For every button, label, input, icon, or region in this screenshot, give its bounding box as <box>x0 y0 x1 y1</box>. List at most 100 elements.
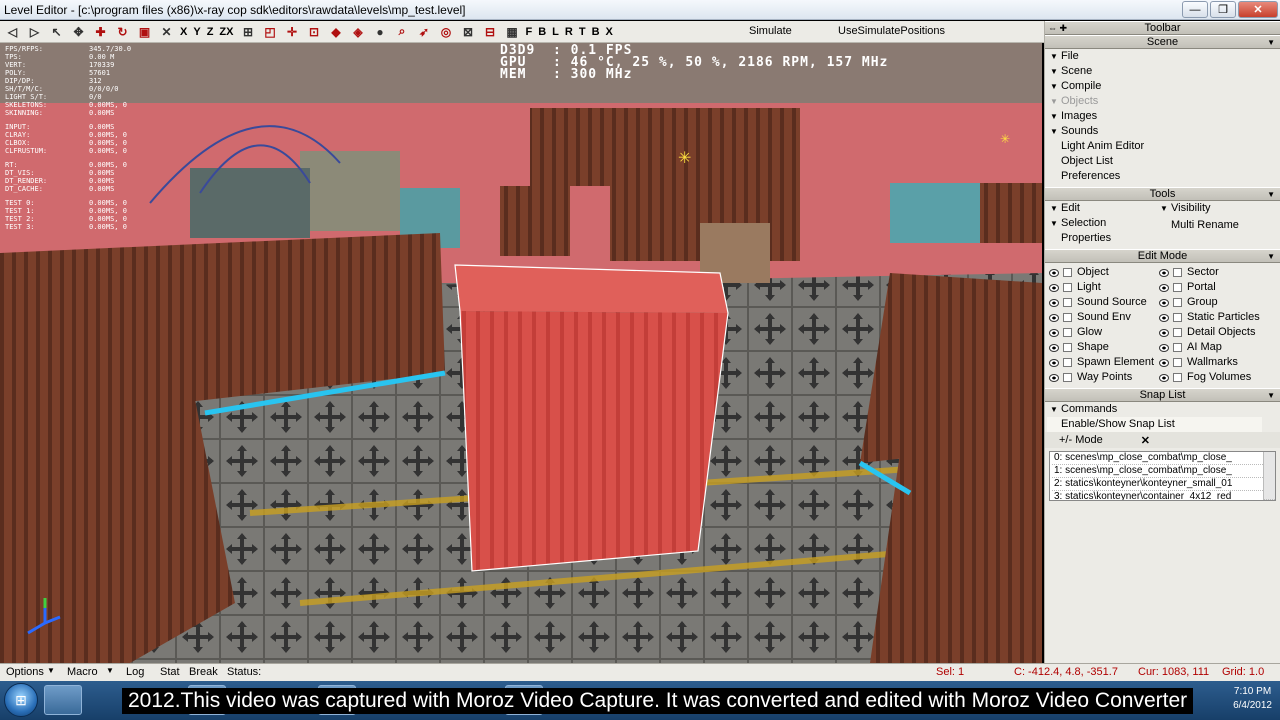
view-top-button[interactable]: T <box>579 26 586 38</box>
tools-header[interactable]: Tools ▼ <box>1045 187 1280 201</box>
edit-mode-checkbox[interactable] <box>1063 343 1072 352</box>
scene-menu-item[interactable]: Light Anim Editor <box>1045 139 1280 154</box>
macro-menu[interactable]: Macro <box>67 666 98 678</box>
zoom-extents-icon[interactable]: ⊠ <box>459 23 476 40</box>
log-button[interactable]: Log <box>126 666 144 678</box>
select-arrow-icon[interactable]: ↖ <box>48 23 65 40</box>
collapse-icon[interactable]: ▼ <box>1267 250 1275 263</box>
tools-properties[interactable]: Properties <box>1045 231 1155 246</box>
zoom-selected-icon[interactable]: ⊟ <box>481 23 498 40</box>
use-simulate-positions-button[interactable]: UseSimulatePositions <box>838 25 945 37</box>
edit-mode-checkbox[interactable] <box>1173 358 1182 367</box>
grid-snap-icon[interactable]: ⊞ <box>239 23 256 40</box>
scene-menu-item[interactable]: ▼ Sounds <box>1045 124 1280 139</box>
snap-list-entry[interactable]: 0: scenes\mp_close_combat\mp_close_ <box>1052 452 1275 465</box>
minimize-button[interactable]: — <box>1182 1 1208 18</box>
commands-item[interactable]: ▼ Commands <box>1045 402 1280 417</box>
snap-list-entry[interactable]: 2: statics\konteyner\konteyner_small_01 <box>1052 478 1275 491</box>
tools-multi-rename[interactable]: Multi Rename <box>1155 216 1275 231</box>
rotate-icon[interactable]: ↻ <box>114 23 131 40</box>
edit-mode-checkbox[interactable] <box>1173 343 1182 352</box>
zoom-icon[interactable]: ⌕ <box>393 23 410 40</box>
edit-mode-checkbox[interactable] <box>1063 283 1072 292</box>
edit-mode-header[interactable]: Edit Mode ▼ <box>1045 249 1280 263</box>
visibility-eye-icon[interactable] <box>1159 358 1169 367</box>
edit-mode-checkbox[interactable] <box>1063 298 1072 307</box>
arcball-icon[interactable]: ◎ <box>437 23 454 40</box>
back-icon[interactable]: ◁ <box>4 23 21 40</box>
edit-mode-checkbox[interactable] <box>1063 328 1072 337</box>
visibility-eye-icon[interactable] <box>1159 268 1169 277</box>
pan-icon[interactable]: ✥ <box>70 23 87 40</box>
vertex-snap-icon[interactable]: ✛ <box>283 23 300 40</box>
scene-menu-item[interactable]: ▼ Compile <box>1045 79 1280 94</box>
view-reset-button[interactable]: X <box>606 26 613 38</box>
break-button[interactable]: Break <box>189 666 218 678</box>
maximize-button[interactable]: ❐ <box>1210 1 1236 18</box>
edit-mode-checkbox[interactable] <box>1063 313 1072 322</box>
snap-list-scrollbar[interactable] <box>1263 452 1275 500</box>
visibility-eye-icon[interactable] <box>1049 268 1059 277</box>
options-dropdown-icon[interactable]: ▼ <box>47 666 55 675</box>
view-bottom-button[interactable]: B <box>592 26 600 38</box>
visibility-eye-icon[interactable] <box>1049 313 1059 322</box>
edit-mode-checkbox[interactable] <box>1063 268 1072 277</box>
options-menu[interactable]: Options <box>6 666 44 678</box>
stat-button[interactable]: Stat <box>160 666 180 678</box>
start-button[interactable]: ⊞ <box>4 683 38 717</box>
edit-mode-checkbox[interactable] <box>1173 328 1182 337</box>
edit-mode-checkbox[interactable] <box>1063 358 1072 367</box>
scene-menu-item[interactable]: ▼ Images <box>1045 109 1280 124</box>
fly-icon[interactable]: ➶ <box>415 23 432 40</box>
camera-icon[interactable]: ● <box>371 23 388 40</box>
close-x-icon[interactable]: ✕ <box>158 23 175 40</box>
visibility-eye-icon[interactable] <box>1159 343 1169 352</box>
axis-x-button[interactable]: X <box>180 26 187 38</box>
forward-icon[interactable]: ▷ <box>26 23 43 40</box>
explorer-taskbar-icon[interactable] <box>44 685 82 715</box>
edit-mode-checkbox[interactable] <box>1173 298 1182 307</box>
visibility-eye-icon[interactable] <box>1049 358 1059 367</box>
fill-mode-icon[interactable]: ▦ <box>503 23 520 40</box>
visibility-eye-icon[interactable] <box>1049 283 1059 292</box>
axis-zx-button[interactable]: ZX <box>219 26 233 38</box>
simulate-button[interactable]: Simulate <box>749 25 792 37</box>
system-clock[interactable]: 7:10 PM 6/4/2012 <box>1233 685 1272 713</box>
visibility-eye-icon[interactable] <box>1049 343 1059 352</box>
tools-selection[interactable]: ▼ Selection <box>1045 216 1155 231</box>
pin-icon[interactable]: ⇔ ✚ <box>1048 22 1067 35</box>
visibility-eye-icon[interactable] <box>1159 283 1169 292</box>
collapse-icon[interactable]: ▼ <box>1267 389 1275 402</box>
normal-snap-icon[interactable]: ◈ <box>349 23 366 40</box>
visibility-eye-icon[interactable] <box>1159 373 1169 382</box>
view-left-button[interactable]: L <box>552 26 559 38</box>
view-front-button[interactable]: F <box>525 26 532 38</box>
scene-menu-item[interactable]: ▼ Objects <box>1045 94 1280 109</box>
moving-snap-icon[interactable]: ◆ <box>327 23 344 40</box>
view-right-button[interactable]: R <box>565 26 573 38</box>
edit-mode-checkbox[interactable] <box>1173 373 1182 382</box>
edit-mode-checkbox[interactable] <box>1173 268 1182 277</box>
visibility-eye-icon[interactable] <box>1049 328 1059 337</box>
tools-edit[interactable]: ▼ Edit <box>1045 201 1155 216</box>
scene-menu-item[interactable]: ▼ Scene <box>1045 64 1280 79</box>
mode-toggle-button[interactable]: +/- Mode <box>1059 434 1103 446</box>
collapse-icon[interactable]: ▼ <box>1267 188 1275 201</box>
scene-header[interactable]: Scene ▼ <box>1045 35 1280 49</box>
visibility-eye-icon[interactable] <box>1159 313 1169 322</box>
snap-list-entry[interactable]: 3: statics\konteyner\container_4x12_red <box>1052 491 1275 500</box>
macro-dropdown-icon[interactable]: ▼ <box>106 666 114 675</box>
edit-mode-checkbox[interactable] <box>1063 373 1072 382</box>
edit-mode-checkbox[interactable] <box>1173 283 1182 292</box>
visibility-eye-icon[interactable] <box>1159 328 1169 337</box>
collapse-icon[interactable]: ▼ <box>1267 36 1275 49</box>
move-icon[interactable]: ✚ <box>92 23 109 40</box>
visibility-eye-icon[interactable] <box>1159 298 1169 307</box>
3d-viewport[interactable]: ✳ ✳ FPS/RFPS: 345.7/30.0 TPS: 0.00 M VERT: 17… <box>0 43 1042 663</box>
angle-snap-icon[interactable]: ⊡ <box>305 23 322 40</box>
clear-snap-icon[interactable]: ✕ <box>1141 434 1150 447</box>
axis-z-button[interactable]: Z <box>207 26 214 38</box>
snap-list[interactable]: 0: scenes\mp_close_combat\mp_close_ 1: sc… <box>1049 451 1276 501</box>
snap-list-header[interactable]: Snap List ▼ <box>1045 388 1280 402</box>
snap-list-entry[interactable]: 1: scenes\mp_close_combat\mp_close_ <box>1052 465 1275 478</box>
